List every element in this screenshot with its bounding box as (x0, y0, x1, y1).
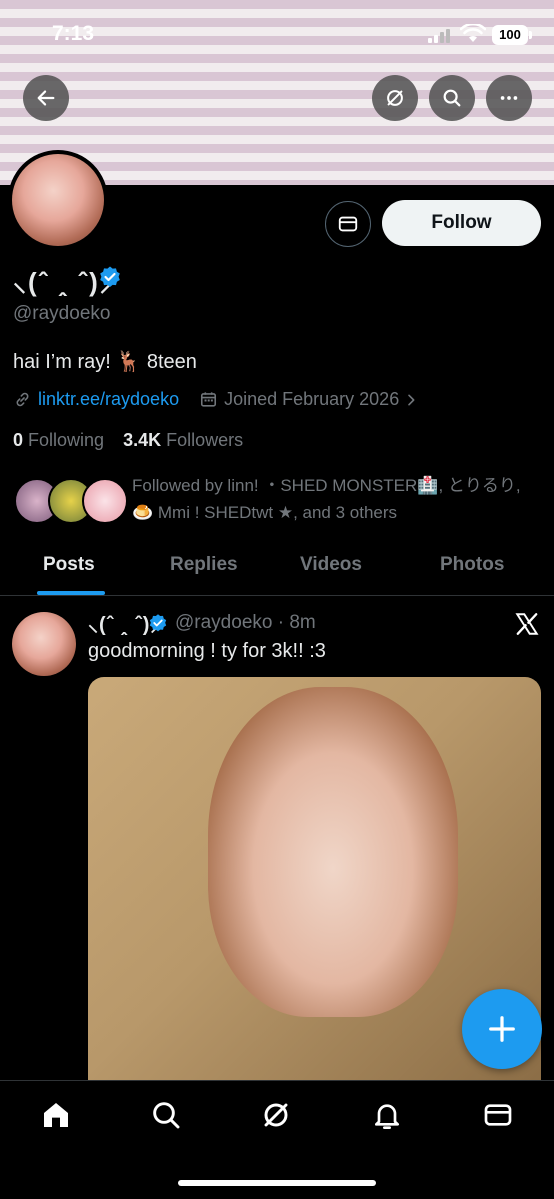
following-link[interactable]: 0 Following (13, 430, 104, 450)
verified-badge-icon (149, 614, 167, 632)
post-avatar[interactable] (12, 612, 76, 676)
grok-icon (387, 90, 403, 106)
chevron-right-icon (408, 394, 415, 405)
post-handle-time: @raydoeko · 8m (175, 612, 316, 633)
profile-avatar[interactable] (8, 150, 108, 250)
profile-tabs: Posts Replies Videos Photos (0, 540, 554, 596)
mutual-avatar (82, 478, 128, 524)
wifi-icon (460, 24, 486, 42)
x-logo-icon[interactable] (514, 611, 540, 637)
more-button[interactable] (486, 75, 532, 121)
calendar-icon (201, 392, 217, 407)
back-button[interactable] (23, 75, 69, 121)
grok-button[interactable] (372, 75, 418, 121)
more-icon (500, 96, 518, 100)
search-icon[interactable] (150, 1099, 182, 1131)
home-icon[interactable] (40, 1099, 72, 1131)
verified-badge-icon (100, 266, 120, 287)
cellular-signal-icon (428, 29, 452, 43)
profile-link[interactable]: linktr.ee/raydoeko (38, 389, 179, 410)
bell-icon[interactable] (371, 1099, 403, 1131)
mutual-followers-avatars[interactable] (14, 478, 128, 524)
active-tab-indicator (37, 591, 105, 595)
message-button[interactable] (325, 201, 371, 247)
home-indicator (178, 1180, 376, 1186)
followed-by-text[interactable]: Followed by linn! ・SHED MONSTER🏥, とりるり, … (132, 472, 542, 526)
tab-photos[interactable]: Photos (440, 554, 504, 576)
back-arrow-icon (37, 90, 55, 106)
profile-handle: @raydoeko (13, 303, 111, 324)
tab-replies[interactable]: Replies (170, 554, 238, 576)
grok-icon[interactable] (260, 1099, 292, 1131)
profile-meta: linktr.ee/raydoeko Joined February 2026 (13, 389, 419, 410)
followers-label: Followers (166, 430, 244, 450)
follow-button[interactable]: Follow (382, 200, 541, 246)
following-count: 0 (13, 430, 24, 450)
compose-button[interactable] (462, 989, 542, 1069)
plus-icon (489, 1016, 515, 1042)
battery-indicator: 100 (492, 25, 528, 45)
link-icon (16, 392, 29, 407)
status-time: 7:13 (52, 22, 95, 45)
joined-date[interactable]: Joined February 2026 (224, 389, 399, 410)
search-button[interactable] (429, 75, 475, 121)
envelope-icon[interactable] (482, 1099, 514, 1131)
tab-videos[interactable]: Videos (300, 554, 362, 576)
followers-link[interactable]: 3.4K Followers (123, 430, 243, 450)
followers-count: 3.4K (123, 430, 162, 450)
battery-nub (529, 31, 532, 39)
avatar-image (12, 154, 104, 246)
envelope-icon (338, 216, 358, 232)
post-image-subject (208, 687, 458, 1017)
tab-posts[interactable]: Posts (43, 554, 95, 576)
profile-bio: hai I’m ray! 🦌 8teen (13, 351, 197, 373)
search-icon (443, 89, 461, 107)
follow-stats: 0 Following 3.4K Followers (13, 430, 243, 451)
following-label: Following (28, 430, 105, 450)
post-text: goodmorning ! ty for 3k!! :3 (88, 640, 326, 662)
status-bar: 7:13 100 (0, 0, 554, 62)
